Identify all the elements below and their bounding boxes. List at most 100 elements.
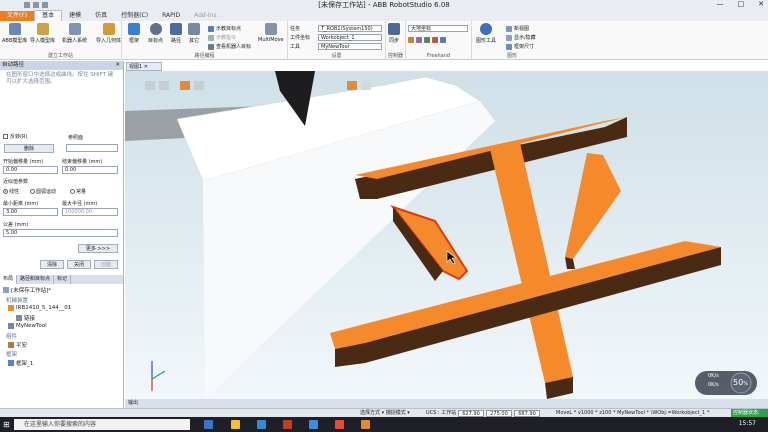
tab-controller[interactable]: 控制器(C): [114, 11, 155, 21]
target-icon: [149, 23, 162, 35]
other-button[interactable]: 其它: [188, 23, 200, 44]
teach-target-button[interactable]: 示教目标点: [208, 25, 241, 32]
import-geometry-button[interactable]: 导入几何体: [96, 23, 121, 44]
app-icon[interactable]: [335, 420, 344, 429]
tree-robot[interactable]: IRB1410_5_144__01: [8, 305, 71, 311]
minimize-button[interactable]: —: [717, 0, 724, 8]
jog-joint-icon[interactable]: [424, 37, 430, 43]
coord-y: 275.00: [486, 410, 512, 417]
panel-close-icon[interactable]: ✕: [115, 61, 120, 70]
min-distance-label: 最小距离 (mm): [3, 201, 39, 207]
tab-simulation[interactable]: 仿真: [88, 11, 114, 21]
create-button[interactable]: 创建: [94, 260, 118, 269]
constant-radio[interactable]: 常量: [70, 188, 86, 195]
min-distance-input[interactable]: 3.00: [3, 208, 58, 216]
tolerance-input[interactable]: 5.00: [3, 229, 118, 237]
ref-surface-input[interactable]: [66, 144, 118, 152]
taskbar-search-input[interactable]: 在这里输入你要搜索的内容: [14, 419, 190, 430]
maximize-button[interactable]: □: [738, 0, 745, 8]
frame-size-button[interactable]: 框架尺寸: [506, 43, 534, 50]
new-view-button[interactable]: 新视图: [506, 25, 529, 32]
panel-title: 自动路径: [2, 62, 25, 68]
title-bar: [未保存工作站] - ABB RobotStudio 6.08 — □ ✕: [0, 0, 768, 10]
left-panel: 自动路径 ✕ 在图形窗口中选择边或曲线。按住 SHIFT 键可以扩大选择范围。 反…: [0, 61, 124, 408]
frame-button[interactable]: 框架: [128, 23, 140, 44]
linear-radio[interactable]: 线性: [3, 188, 19, 195]
workobject-combo[interactable]: Workobject_1: [318, 34, 382, 41]
end-offset-input[interactable]: 0.00: [62, 166, 118, 174]
other-icon: [188, 23, 200, 35]
tree-station[interactable]: [未保存工作站]*: [3, 286, 51, 294]
view-tool-icon[interactable]: [194, 81, 204, 90]
show-hide-button[interactable]: 显示/隐藏: [506, 34, 536, 41]
selection-mode-dropdown[interactable]: 选择方式 ▾ 捕捉模式 ▾: [360, 409, 410, 417]
output-bar[interactable]: 输出: [125, 399, 768, 408]
jog-reorient-icon[interactable]: [440, 37, 446, 43]
group-build-station: ABB模型库 导入模型库 机器人系统 导入几何体 建立工作站: [0, 21, 122, 60]
panel-info-text: 在图形窗口中选择边或曲线。按住 SHIFT 键可以扩大选择范围。: [6, 72, 114, 85]
max-radius-input[interactable]: 100000.00: [62, 208, 118, 216]
app-icon[interactable]: [283, 420, 292, 429]
target-button[interactable]: 目标点: [148, 23, 163, 44]
move-icon[interactable]: [408, 37, 414, 43]
start-offset-input[interactable]: 0.00: [3, 166, 58, 174]
tree-frame[interactable]: 框架_1: [8, 359, 33, 367]
sync-button[interactable]: 同步: [388, 23, 400, 44]
reference-combo[interactable]: 大地坐标: [408, 25, 468, 32]
tool-label: 工具: [290, 44, 301, 50]
view-tool-icon[interactable]: [145, 81, 155, 90]
close-button[interactable]: ✕: [758, 0, 764, 8]
delete-button[interactable]: 删除: [4, 144, 54, 153]
radio-icon: [70, 189, 75, 194]
select-tool-icon[interactable]: [180, 81, 190, 90]
ucs-label: UCS : 工作站: [426, 410, 457, 416]
view-tool-icon[interactable]: [159, 81, 169, 90]
net-up-speed: 0K/s: [708, 373, 719, 379]
teach-instruction-button[interactable]: 示教指令: [208, 34, 236, 41]
move-instruction-template[interactable]: MoveL * v1000 * z100 * MyNewTool * \WObj…: [556, 409, 709, 417]
tree-part[interactable]: 平安: [8, 341, 27, 349]
tab-tags[interactable]: 标记: [54, 275, 72, 284]
freehand-tools: [408, 37, 446, 43]
task-combo[interactable]: T_ROB1(System150): [318, 25, 382, 32]
robot-system-button[interactable]: 机器人系统: [62, 23, 87, 44]
snap-tool-icon[interactable]: [347, 81, 357, 90]
tab-home[interactable]: 基本: [34, 10, 63, 21]
file-explorer-icon[interactable]: [231, 420, 240, 429]
tab-modeling[interactable]: 建模: [62, 11, 88, 21]
tab-rapid[interactable]: RAPID: [155, 11, 187, 21]
tab-paths-targets[interactable]: 路径和目标点: [17, 275, 55, 284]
reverse-checkbox[interactable]: 反转(R): [3, 133, 27, 140]
more-button[interactable]: 更多 >>>: [78, 244, 118, 253]
abb-library-button[interactable]: ABB模型库: [2, 23, 27, 44]
graphics-tools-button[interactable]: 图形工具: [476, 23, 496, 44]
tab-addins[interactable]: Add-Ins: [187, 11, 223, 21]
auto-path-header: 自动路径 ✕: [0, 61, 123, 70]
clear-button[interactable]: 清除: [40, 260, 64, 269]
tolerance-label: 公差 (mm): [3, 222, 29, 228]
edge-icon[interactable]: [257, 420, 266, 429]
import-library-button[interactable]: 导入模型库: [30, 23, 55, 44]
tree-tool[interactable]: MyNewTool: [8, 323, 47, 329]
multimove-button[interactable]: MultiMove: [258, 23, 284, 43]
tab-file[interactable]: 文件(F): [0, 11, 35, 21]
task-view-icon[interactable]: [204, 420, 213, 429]
circular-radio[interactable]: 圆弧运动: [30, 188, 56, 195]
jog-linear-icon[interactable]: [432, 37, 438, 43]
tab-layout[interactable]: 布局: [0, 275, 18, 284]
net-percent: 50%: [733, 378, 748, 387]
view-tab[interactable]: 视图1 ✕: [126, 62, 162, 71]
robotstudio-icon[interactable]: [361, 420, 370, 429]
view-robot-target-button[interactable]: 查看机器人目标: [208, 43, 251, 50]
path-button[interactable]: 路径: [170, 23, 182, 44]
tree-link[interactable]: 链接: [16, 314, 35, 322]
tool-combo[interactable]: MyNewTool: [318, 43, 382, 50]
teach-target-icon: [208, 25, 214, 32]
windows-start-icon[interactable]: ⊞: [3, 420, 10, 429]
eye-icon: [480, 23, 492, 35]
3d-viewport[interactable]: 0K/s 0K/s 50%: [125, 71, 768, 399]
app-icon[interactable]: [309, 420, 318, 429]
close-panel-button[interactable]: 关闭: [67, 260, 91, 269]
rotate-icon[interactable]: [416, 37, 422, 43]
snap-tool-icon[interactable]: [361, 81, 371, 90]
